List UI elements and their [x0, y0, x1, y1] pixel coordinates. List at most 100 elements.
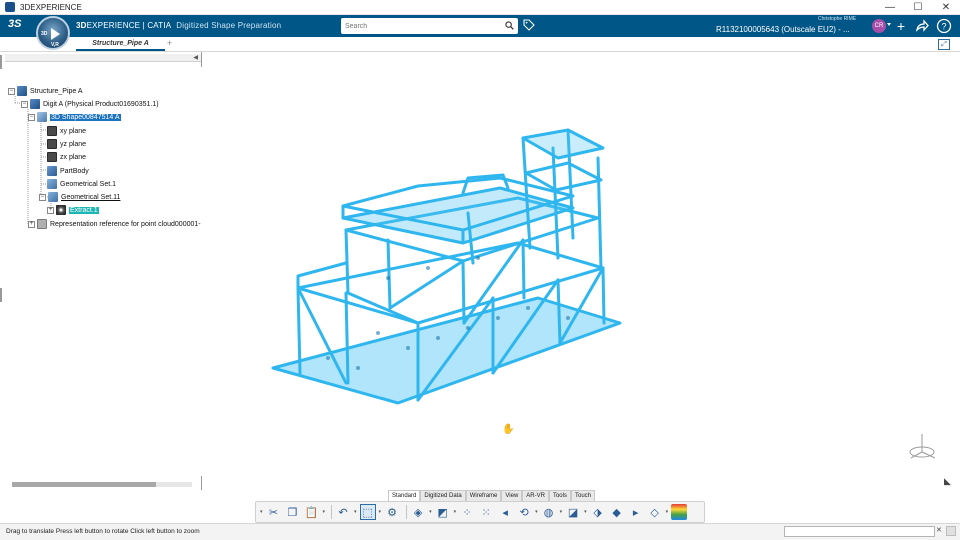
tree-node[interactable]: − Structure_Pipe A [8, 85, 83, 97]
minimize-button[interactable]: — [876, 0, 904, 15]
search-icon[interactable] [505, 21, 514, 30]
tree-node[interactable]: − Digit A (Physical Product01690351.1) [21, 98, 159, 110]
robot-arrow-icon[interactable]: ◣ [944, 476, 951, 487]
grab-cursor-icon: ✋ [502, 424, 515, 435]
tree-node[interactable]: − 3D Shape00847514 A [28, 111, 121, 123]
plane-fit-options-icon[interactable]: ▾ [584, 509, 587, 515]
tree-splitter[interactable] [201, 476, 204, 490]
help-icon[interactable]: ? [936, 18, 952, 34]
add-icon[interactable]: + [893, 18, 909, 34]
maximize-button[interactable]: ☐ [904, 0, 932, 15]
status-scroll-icon[interactable] [946, 526, 956, 536]
tree-node[interactable]: xy plane [47, 125, 86, 137]
orient-icon[interactable]: ⟲ [516, 504, 532, 520]
collapse-icon[interactable]: − [28, 113, 35, 121]
tab-view[interactable]: View [501, 490, 523, 501]
paste-options-icon[interactable]: ▾ [323, 509, 326, 515]
user-avatar[interactable]: CR [872, 19, 886, 33]
mesh-options-icon[interactable]: ▾ [429, 509, 432, 515]
user-name: Christophe RIME [818, 16, 857, 22]
panel-edge-handle[interactable] [0, 55, 2, 69]
tree-node[interactable]: + Representation reference for point clo… [28, 218, 201, 230]
app-logo-icon [5, 2, 15, 12]
select-icon[interactable]: ⬚ [359, 504, 376, 520]
search-input[interactable] [345, 19, 495, 33]
share-icon[interactable] [914, 18, 930, 34]
undo-icon[interactable]: ↶ [335, 504, 351, 520]
surface-options-icon[interactable]: ▾ [666, 509, 669, 515]
tree-node[interactable]: yz plane [47, 138, 86, 150]
search-box[interactable] [341, 18, 518, 34]
separator [331, 505, 333, 519]
cloud-filter-icon[interactable]: ⁘ [459, 504, 475, 520]
paste-icon[interactable]: 📋 [304, 504, 320, 520]
action-bar-menu-icon[interactable]: ▾ [260, 509, 263, 515]
tab-digitized-data[interactable]: Digitized Data [420, 490, 466, 501]
tab-standard[interactable]: Standard [388, 490, 421, 501]
tab-tools[interactable]: Tools [548, 490, 571, 501]
expand-icon[interactable]: + [47, 206, 54, 214]
close-icon[interactable]: ✕ [936, 526, 944, 536]
avatar-dropdown-icon[interactable] [887, 23, 891, 26]
dassault-logo-icon: 3S [8, 18, 22, 30]
cloud-sample-icon[interactable]: ⁙ [478, 504, 494, 520]
tag-icon[interactable] [523, 19, 535, 31]
next-icon[interactable]: ▸ [628, 504, 644, 520]
tree-node[interactable]: Geometrical Set.1 [47, 178, 116, 190]
undo-options-icon[interactable]: ▾ [354, 509, 357, 515]
tree-horizontal-scrollbar[interactable] [12, 482, 192, 487]
scroll-right-icon[interactable]: ◀ [193, 54, 198, 61]
arrow-icon[interactable]: ◂ [497, 504, 513, 520]
sphere-options-icon[interactable]: ▾ [560, 509, 563, 515]
status-bar: Drag to translate Press left button to r… [0, 523, 960, 540]
tab-structure-pipe-a[interactable]: Structure_Pipe A [76, 37, 165, 51]
tenant-selector[interactable]: R1132100005643 (Outscale EU2) - ... [716, 25, 850, 34]
tree-node[interactable]: zx plane [47, 151, 86, 163]
tab-ar-vr[interactable]: AR-VR [522, 490, 549, 501]
orient-options-icon[interactable]: ▾ [535, 509, 538, 515]
select-options-icon[interactable]: ▾ [379, 509, 382, 515]
copy-icon[interactable]: ❐ [285, 504, 301, 520]
tree-top-scrollbar[interactable]: ◀ [5, 54, 202, 62]
separator [406, 505, 408, 519]
settings-icon[interactable]: ⚙ [384, 504, 400, 520]
action-bar-tabs: Standard Digitized Data Wireframe View A… [388, 490, 595, 501]
section-options-icon[interactable]: ▾ [454, 509, 457, 515]
color-map-icon[interactable] [671, 504, 688, 520]
tree-node[interactable]: + Extract.1 [47, 204, 99, 216]
scrollbar-thumb[interactable] [12, 482, 156, 487]
3d-compass-icon[interactable] [905, 430, 939, 464]
window-title-bar: 3DEXPERIENCE — ☐ ✕ [0, 0, 960, 15]
tab-touch[interactable]: Touch [570, 490, 595, 501]
cut-icon[interactable]: ✂ [266, 504, 282, 520]
structure-pipe-model[interactable] [268, 118, 628, 413]
expand-icon[interactable]: + [28, 220, 35, 228]
close-window-button[interactable]: ✕ [932, 0, 960, 15]
collapse-icon[interactable]: − [39, 193, 46, 201]
panel-edge-handle[interactable] [0, 288, 2, 302]
representation-icon [37, 219, 47, 229]
shape-icon [37, 112, 47, 122]
action-bar: ▾ ✂ ❐ 📋 ▾ ↶ ▾ ⬚ ▾ ⚙ ◈ ▾ ◩ ▾ ⁘ ⁙ ◂ ⟲ ▾ ◍ … [255, 501, 705, 523]
add-tab-button[interactable]: + [167, 38, 172, 48]
mesh-icon[interactable]: ◈ [410, 504, 426, 520]
plane-icon [47, 152, 57, 162]
collapse-icon[interactable]: − [8, 87, 15, 95]
document-tab-strip: Structure_Pipe A + [0, 37, 960, 52]
section-icon[interactable]: ◩ [435, 504, 451, 520]
fullscreen-icon[interactable]: ⤢ [938, 39, 950, 50]
tree-node[interactable]: PartBody [47, 165, 89, 177]
power-input-field[interactable] [784, 526, 935, 537]
plane-icon [47, 126, 57, 136]
app-name: Digitized Shape Preparation [176, 21, 282, 30]
tree-node[interactable]: − Geometrical Set.11 [39, 191, 120, 203]
plane-fit-icon[interactable]: ◪ [565, 504, 581, 520]
tab-wireframe[interactable]: Wireframe [465, 490, 502, 501]
collapse-icon[interactable]: − [21, 100, 28, 108]
shape-icon[interactable]: ◆ [609, 504, 625, 520]
compass-icon[interactable]: 3D V,R [36, 16, 70, 50]
tree-splitter[interactable] [201, 52, 204, 67]
sphere-icon[interactable]: ◍ [541, 504, 557, 520]
surface-icon[interactable]: ◇ [647, 504, 663, 520]
align-icon[interactable]: ⬗ [590, 504, 606, 520]
